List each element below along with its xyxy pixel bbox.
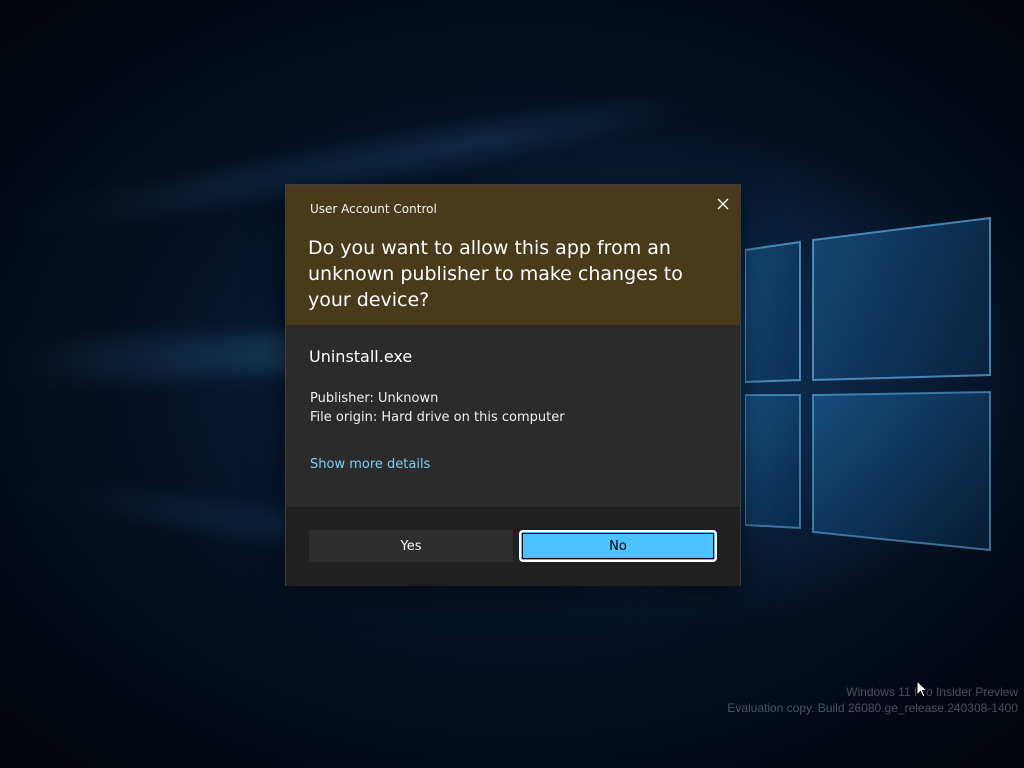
mouse-cursor-icon bbox=[916, 679, 929, 698]
close-icon bbox=[717, 198, 729, 210]
uac-footer: Yes No bbox=[286, 507, 740, 586]
uac-dialog: User Account Control Do you want to allo… bbox=[285, 184, 741, 586]
file-origin-label: File origin: Hard drive on this computer bbox=[310, 410, 565, 425]
app-name: Uninstall.exe bbox=[309, 347, 413, 366]
show-more-details-link[interactable]: Show more details bbox=[310, 457, 430, 472]
watermark-build: Evaluation copy. Build 26080.ge_release.… bbox=[727, 701, 1018, 715]
yes-button[interactable]: Yes bbox=[309, 530, 513, 562]
uac-body: Uninstall.exe Publisher: Unknown File or… bbox=[286, 325, 740, 505]
windows-watermark: Windows 11 Pro Insider Preview Evaluatio… bbox=[727, 684, 1018, 716]
publisher-label: Publisher: Unknown bbox=[310, 391, 439, 406]
dialog-question: Do you want to allow this app from an un… bbox=[308, 237, 683, 311]
dialog-title: User Account Control bbox=[310, 202, 437, 216]
close-button[interactable] bbox=[710, 191, 736, 217]
windows-logo-icon bbox=[745, 210, 995, 570]
no-button[interactable]: No bbox=[519, 530, 717, 562]
uac-header: User Account Control Do you want to allo… bbox=[286, 185, 740, 325]
watermark-edition: Windows 11 Pro Insider Preview bbox=[846, 685, 1018, 699]
